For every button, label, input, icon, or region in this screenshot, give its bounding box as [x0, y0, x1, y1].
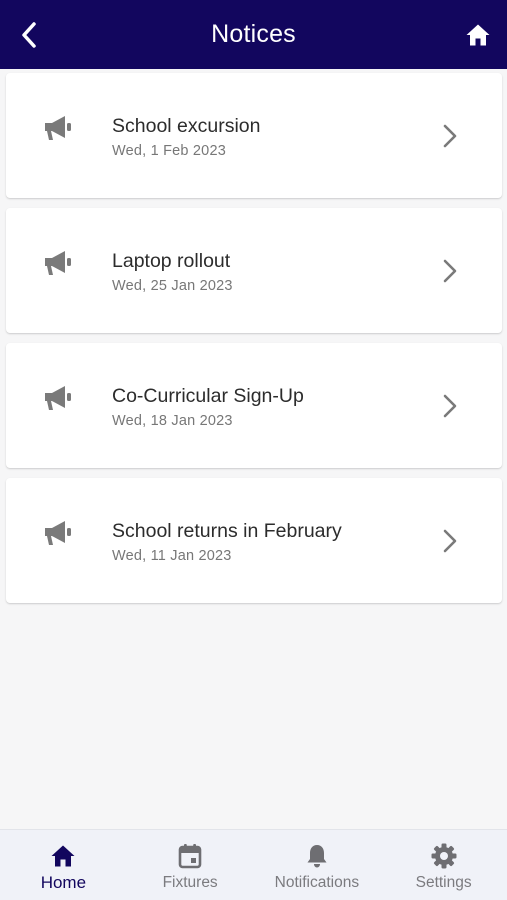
home-icon [466, 24, 490, 46]
chevron-right-icon [443, 259, 457, 283]
nav-label-settings: Settings [415, 874, 472, 891]
notice-date: Wed, 18 Jan 2023 [112, 413, 233, 429]
nav-label-notifications: Notifications [274, 874, 360, 891]
notice-title: Co-Curricular Sign-Up [112, 385, 304, 407]
notice-date: Wed, 25 Jan 2023 [112, 278, 233, 294]
app-root: Notices School excursion Wed, 1 Feb 2023 [0, 0, 507, 900]
header-bar: Notices [0, 0, 507, 69]
home-button[interactable] [463, 20, 493, 50]
notice-card[interactable]: School excursion Wed, 1 Feb 2023 [6, 73, 502, 198]
notice-title: Laptop rollout [112, 250, 231, 272]
nav-label-fixtures: Fixtures [162, 874, 218, 891]
bell-icon [307, 845, 327, 868]
page-title: Notices [211, 20, 296, 48]
nav-item-settings[interactable]: Settings [380, 830, 507, 900]
home-icon [51, 845, 75, 867]
notice-title: School excursion [112, 115, 261, 137]
gear-icon [431, 843, 457, 869]
megaphone-icon [45, 386, 71, 410]
nav-item-fixtures[interactable]: Fixtures [127, 830, 254, 900]
nav-item-home[interactable]: Home [0, 830, 127, 900]
back-button[interactable] [14, 19, 44, 51]
megaphone-icon [45, 116, 71, 140]
notice-list: School excursion Wed, 1 Feb 2023 Laptop … [6, 73, 502, 613]
notice-card[interactable]: Co-Curricular Sign-Up Wed, 18 Jan 2023 [6, 343, 502, 468]
notice-title: School returns in February [112, 520, 342, 542]
nav-label-home: Home [40, 873, 87, 892]
chevron-right-icon [443, 529, 457, 553]
notice-date: Wed, 11 Jan 2023 [112, 548, 232, 564]
chevron-right-icon [443, 124, 457, 148]
megaphone-icon [45, 521, 71, 545]
notice-card[interactable]: School returns in February Wed, 11 Jan 2… [6, 478, 502, 603]
notice-card[interactable]: Laptop rollout Wed, 25 Jan 2023 [6, 208, 502, 333]
megaphone-icon [45, 251, 71, 275]
bottom-nav: Home Fixtures Notifications Settings [0, 829, 507, 900]
chevron-right-icon [443, 394, 457, 418]
nav-item-notifications[interactable]: Notifications [254, 830, 381, 900]
calendar-icon [178, 844, 202, 869]
notice-date: Wed, 1 Feb 2023 [112, 143, 226, 159]
chevron-left-icon [22, 22, 36, 48]
